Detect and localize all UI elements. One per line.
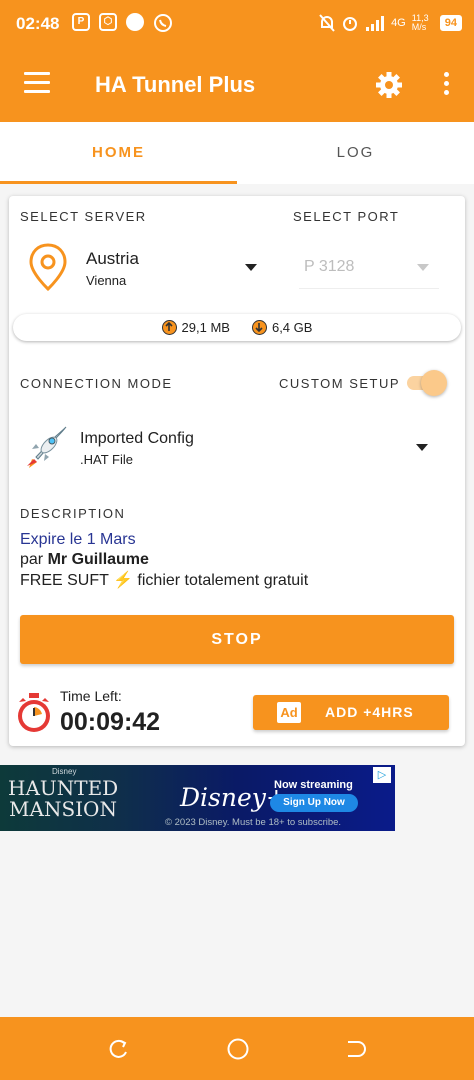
port-value: P 3128 — [304, 258, 355, 275]
status-time: 02:48 — [16, 14, 60, 33]
app-bar: HA Tunnel Plus — [0, 48, 474, 122]
app-title: HA Tunnel Plus — [95, 72, 256, 97]
description-line-2: par Mr Guillaume — [20, 551, 149, 569]
ad-badge-icon: Ad — [277, 702, 301, 723]
description-line-3: FREE SUFT ⚡ fichier totalement gratuit — [20, 570, 308, 590]
download-value: 6,4 GB — [271, 320, 313, 335]
notification-icons: P ⬡ — [72, 13, 173, 33]
adchoices-icon[interactable]: ▷ — [373, 767, 391, 783]
config-type: .HAT File — [80, 452, 133, 467]
signal-icon — [366, 16, 385, 31]
ad-movie-title: HAUNTED MANSION — [8, 776, 119, 821]
more-vert-icon[interactable] — [444, 72, 450, 99]
ad-brand-small: Disney — [52, 767, 77, 776]
network-speed: 11,3 M/s — [411, 13, 429, 32]
time-left-label: Time Left: — [60, 688, 122, 704]
stopwatch-icon — [18, 693, 50, 732]
mute-bell-icon — [319, 14, 335, 32]
gear-icon[interactable] — [374, 70, 404, 100]
network-type: 4G — [391, 17, 406, 29]
ad-signup-button[interactable]: Sign Up Now — [270, 794, 358, 812]
back-icon[interactable] — [344, 1039, 366, 1059]
ad-now-streaming: Now streaming — [274, 779, 353, 791]
main-card: SELECT SERVER SELECT PORT Austria Vienna… — [9, 196, 465, 746]
port-underline — [299, 288, 439, 289]
port-dropdown-arrow-icon — [417, 264, 429, 271]
traffic-stats: 29,1 MB 6,4 GB — [13, 314, 461, 341]
app-notification-icon: P — [72, 13, 90, 31]
add-hours-button[interactable]: Ad ADD +4HRS — [253, 695, 449, 730]
ad-legal-text: © 2023 Disney. Must be 18+ to subscribe. — [165, 817, 342, 828]
rocket-icon — [27, 426, 67, 468]
stop-button[interactable]: STOP — [20, 615, 454, 664]
custom-setup-label: CUSTOM SETUP — [279, 376, 401, 391]
add-hours-label: ADD +4HRS — [325, 704, 414, 720]
system-status-icons: 4G 11,3 M/s 94 — [319, 14, 462, 32]
description-text-start: FREE SUFT — [20, 572, 114, 589]
server-country: Austria — [86, 249, 139, 268]
time-left-value: 00:09:42 — [60, 708, 161, 736]
tab-home[interactable]: HOME — [0, 122, 237, 184]
config-name: Imported Config — [80, 430, 194, 447]
battery-indicator: 94 — [439, 15, 462, 31]
record-notification-icon — [126, 13, 144, 31]
tab-bar: HOME LOG — [0, 122, 474, 184]
app-notification-icon: ⬡ — [99, 13, 117, 31]
description-label: DESCRIPTION — [20, 506, 126, 521]
alarm-icon — [343, 17, 358, 31]
upload-stat: 29,1 MB — [161, 320, 230, 335]
status-bar: 02:48 P ⬡ 4G 11,3 M/s 94 — [0, 0, 474, 48]
description-text-end: fichier totalement gratuit — [132, 572, 309, 589]
home-icon[interactable] — [226, 1037, 250, 1061]
whatsapp-icon — [154, 14, 172, 32]
select-server-label: SELECT SERVER — [20, 209, 147, 224]
server-dropdown-arrow-icon — [245, 264, 257, 271]
custom-setup-toggle[interactable] — [407, 370, 447, 396]
ad-banner[interactable]: Disney HAUNTED MANSION Disney+ Now strea… — [0, 765, 395, 831]
system-nav-bar — [0, 1017, 474, 1080]
tab-log[interactable]: LOG — [237, 122, 474, 184]
lightning-emoji-icon: ⚡ — [113, 572, 133, 589]
hamburger-menu-icon[interactable] — [24, 72, 50, 94]
description-line-1: Expire le 1 Mars — [20, 531, 136, 548]
connection-mode-label: CONNECTION MODE — [20, 376, 173, 391]
description-author: Mr Guillaume — [47, 551, 149, 568]
download-arrow-icon — [251, 320, 267, 335]
recents-icon[interactable] — [108, 1039, 130, 1059]
upload-value: 29,1 MB — [181, 320, 230, 335]
server-city: Vienna — [86, 273, 127, 288]
location-pin-icon — [29, 243, 67, 292]
config-dropdown-arrow-icon — [416, 444, 428, 451]
description-prefix: par — [20, 551, 48, 568]
download-stat: 6,4 GB — [251, 320, 313, 335]
tab-indicator — [0, 181, 237, 184]
select-port-label: SELECT PORT — [293, 209, 400, 224]
upload-arrow-icon — [161, 320, 177, 335]
